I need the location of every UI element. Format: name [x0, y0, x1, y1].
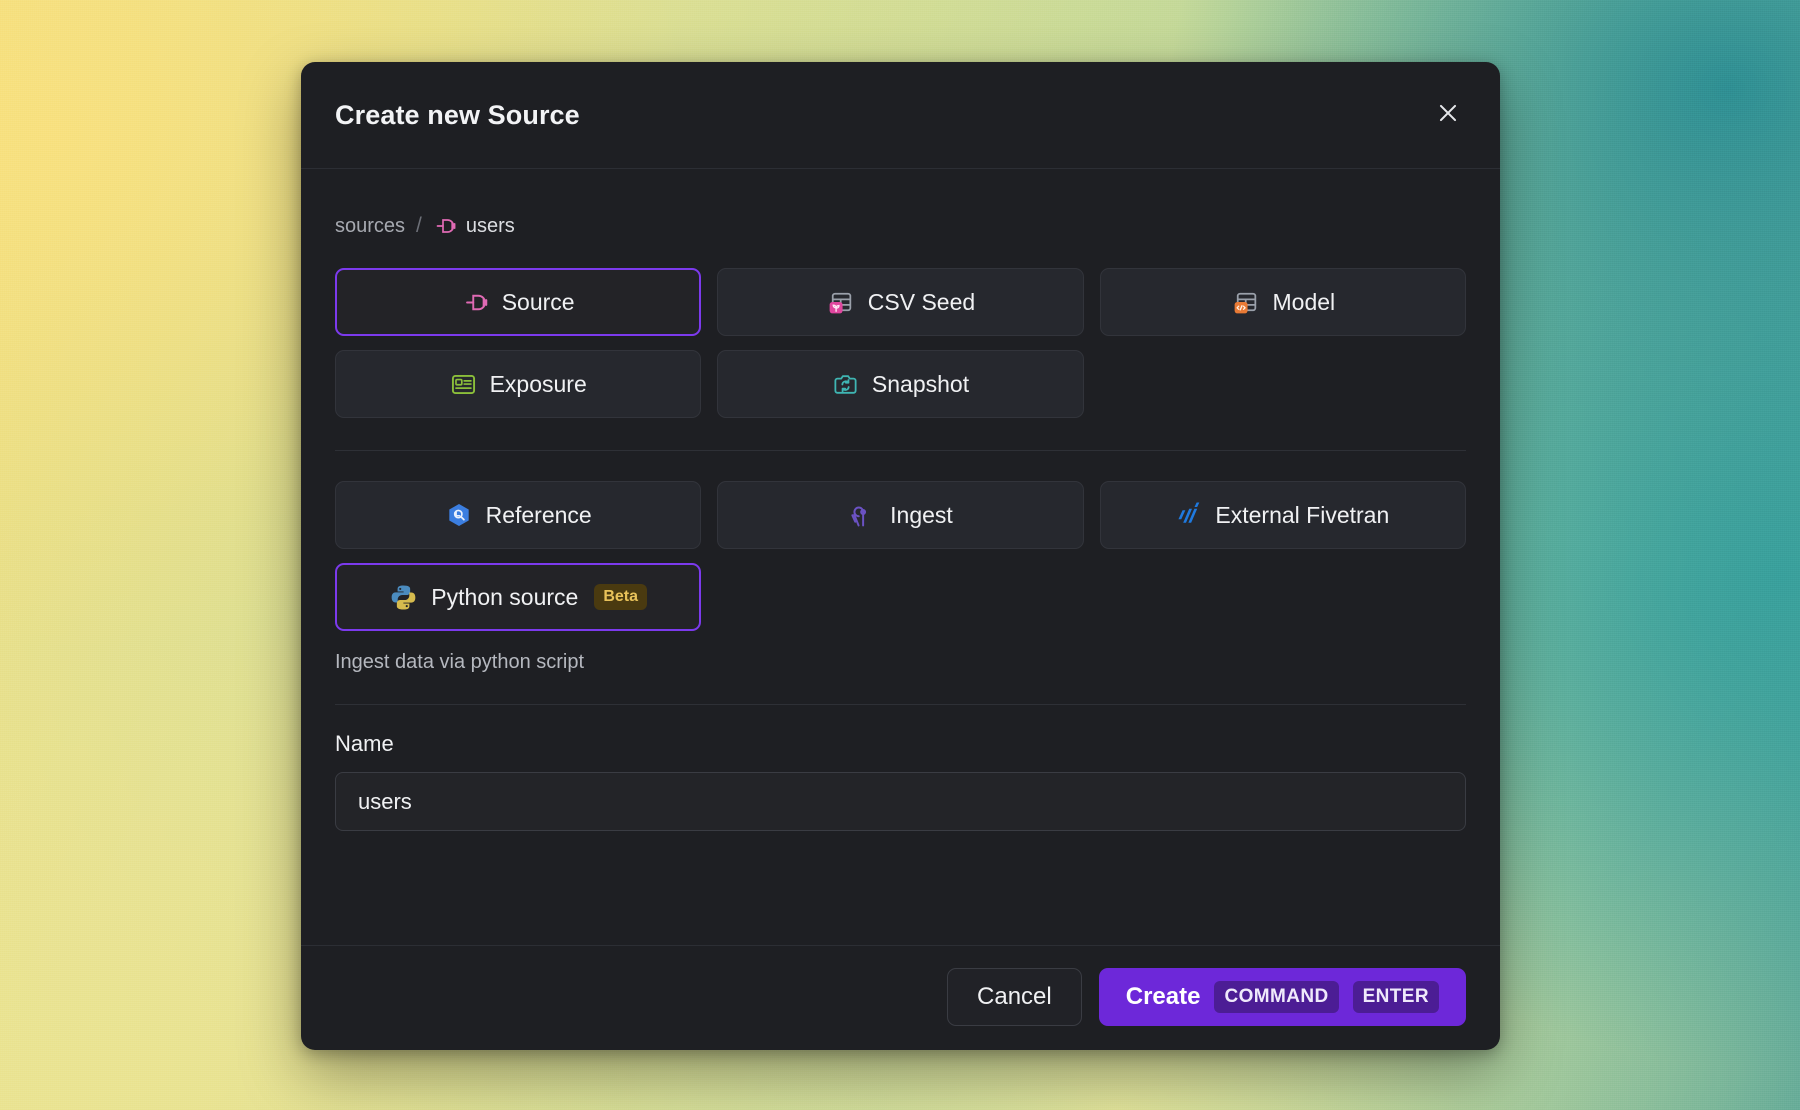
cancel-button-label: Cancel	[977, 983, 1052, 1010]
python-icon	[389, 583, 418, 612]
create-button[interactable]: Create COMMAND ENTER	[1098, 968, 1466, 1026]
name-input[interactable]	[335, 772, 1466, 831]
option-label: Python source	[431, 583, 579, 610]
snapshot-icon	[832, 371, 859, 398]
option-python-source[interactable]: Python source Beta	[335, 563, 702, 631]
breadcrumb-item-sources[interactable]: sources	[335, 215, 405, 238]
secondary-type-options: Reference Ingest External Fivetran Pytho…	[335, 481, 1466, 631]
ingest-icon	[848, 501, 877, 530]
option-label: Snapshot	[871, 370, 970, 397]
create-button-label: Create	[1125, 983, 1201, 1010]
primary-type-options: Source CSV Seed Model Exposure Snapshot	[335, 268, 1466, 418]
option-label: External Fivetran	[1215, 501, 1390, 528]
option-label: CSV Seed	[867, 288, 976, 315]
source-plug-icon	[462, 289, 489, 316]
option-snapshot[interactable]: Snapshot	[717, 350, 1084, 418]
create-new-source-dialog: Create new Source sources / users Source…	[301, 62, 1500, 1050]
cancel-button[interactable]: Cancel	[947, 968, 1082, 1026]
option-label: Model	[1272, 288, 1336, 315]
grid-spacer	[1100, 563, 1466, 631]
reference-icon	[445, 501, 473, 529]
option-reference[interactable]: Reference	[335, 481, 702, 549]
beta-badge: Beta	[594, 584, 648, 610]
close-icon	[1435, 100, 1461, 131]
breadcrumb-item-current[interactable]: users	[466, 215, 515, 238]
option-helper-text: Ingest data via python script	[335, 651, 585, 673]
close-button[interactable]	[1428, 95, 1468, 135]
shortcut-modifier-key: COMMAND	[1214, 981, 1339, 1013]
option-exposure[interactable]: Exposure	[335, 350, 702, 418]
dialog-header: Create new Source	[301, 62, 1500, 169]
name-field-label: Name	[335, 731, 394, 756]
option-label: Ingest	[890, 501, 953, 528]
dialog-body: sources / users Source CSV Seed Model Ex…	[301, 169, 1500, 945]
option-ingest[interactable]: Ingest	[717, 481, 1084, 549]
source-plug-icon	[433, 214, 457, 238]
grid-spacer	[717, 563, 1083, 631]
name-section-divider	[335, 704, 1466, 705]
option-model[interactable]: Model	[1099, 268, 1466, 336]
exposure-icon	[450, 371, 477, 398]
dialog-footer: Cancel Create COMMAND ENTER	[301, 945, 1500, 1050]
grid-spacer	[1100, 350, 1466, 418]
breadcrumb: sources / users	[335, 214, 1466, 238]
page-title: Create new Source	[335, 99, 580, 130]
option-label: Exposure	[489, 370, 587, 397]
options-divider	[335, 450, 1466, 451]
fivetran-icon	[1176, 501, 1202, 529]
option-label: Reference	[485, 501, 592, 528]
option-label: Source	[501, 288, 575, 315]
option-external-fivetran[interactable]: External Fivetran	[1099, 481, 1466, 549]
seed-table-icon	[826, 288, 855, 317]
option-source[interactable]: Source	[335, 268, 702, 336]
shortcut-enter-key: ENTER	[1352, 981, 1439, 1013]
breadcrumb-separator: /	[416, 214, 422, 237]
option-csv-seed[interactable]: CSV Seed	[717, 268, 1084, 336]
model-table-icon	[1231, 288, 1260, 317]
